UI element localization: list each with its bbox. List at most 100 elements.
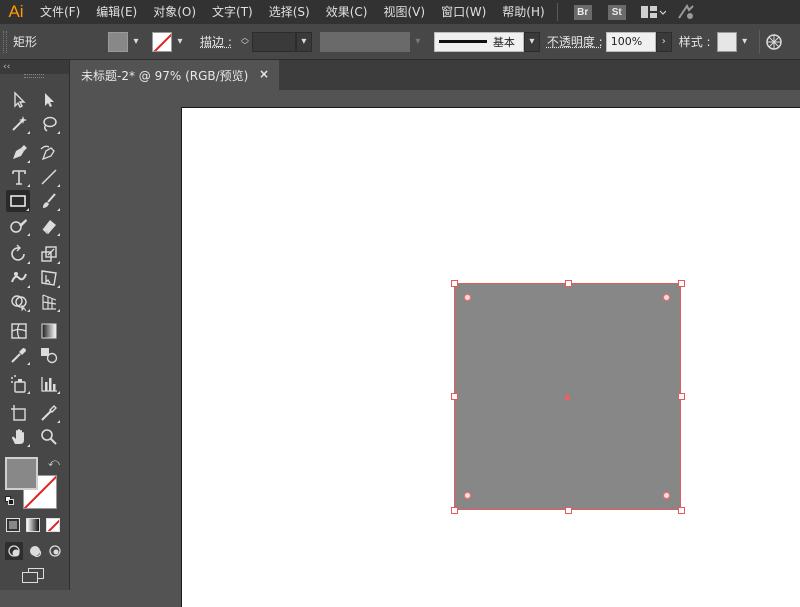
artboard-tool-icon[interactable] [7,402,31,424]
paintbrush-tool-icon[interactable] [37,190,61,212]
none-mode-button[interactable] [46,518,60,532]
line-segment-tool-icon[interactable] [37,166,61,188]
document-tab-title: 未标题-2* @ 97% (RGB/预览) [81,68,249,83]
bbox-handle-middle-right[interactable] [678,393,685,400]
blend-tool-icon[interactable] [37,344,61,366]
magic-wand-tool-icon[interactable] [7,113,31,135]
menu-effect[interactable]: 效果(C) [318,0,376,24]
brush-profile-dropdown-icon[interactable]: ▾ [523,31,540,52]
panel-grip[interactable] [24,74,44,78]
fill-dropdown-icon[interactable]: ▾ [128,32,144,52]
opacity-input[interactable]: 100% [605,31,656,52]
gradient-tool-icon[interactable] [37,320,61,342]
panel-grip[interactable] [3,30,7,53]
stroke-swatch[interactable] [152,31,172,52]
gradient-mode-button[interactable] [26,518,40,532]
column-graph-tool-icon[interactable] [37,373,61,395]
stroke-weight-dropdown-icon[interactable]: ▾ [295,31,312,52]
control-bar: 矩形 ▾ ▾ 描边 : ︿ ﹀ ▾ ▾ 基本 ▾ 不透明度 : 100% › 样式… [0,24,800,60]
bbox-handle-top-right[interactable] [678,280,685,287]
menu-object[interactable]: 对象(O) [145,0,204,24]
corner-widget-top-left[interactable] [464,294,471,301]
style-swatch[interactable] [716,31,737,52]
swap-fill-stroke-icon[interactable]: ⤺ [48,456,60,470]
warp-tool-icon[interactable] [7,267,31,289]
close-tab-icon[interactable]: × [259,67,269,81]
opacity-arrow-icon[interactable]: › [655,31,672,52]
selection-tool-icon[interactable] [7,89,31,111]
stroke-weight-input[interactable] [251,31,296,52]
menu-select[interactable]: 选择(S) [261,0,318,24]
hand-tool-icon[interactable] [7,426,31,448]
tool-name-label: 矩形 [13,35,38,49]
menu-type[interactable]: 文字(T) [204,0,261,24]
pen-tool-icon[interactable] [7,142,31,164]
workspace-layout-icon[interactable] [638,0,668,24]
style-dropdown-icon[interactable]: ▾ [737,32,753,52]
menu-divider [556,3,558,21]
brush-profile-label: 基本 [492,35,515,49]
corner-widget-top-right[interactable] [663,294,670,301]
free-transform-tool-icon[interactable] [37,267,61,289]
rectangle-tool-icon[interactable] [6,190,30,212]
brush-profile-select[interactable]: 基本 [433,31,524,52]
draw-normal-icon[interactable] [5,542,23,560]
rotate-tool-icon[interactable] [7,243,31,265]
stroke-weight-stepper-icon[interactable]: ︿ ﹀ [238,32,252,52]
scale-tool-icon[interactable] [37,243,61,265]
stock-button[interactable]: St [607,4,626,20]
color-mode-button[interactable] [6,518,20,532]
bbox-handle-middle-left[interactable] [451,393,458,400]
document-tab-bar: 未标题-2* @ 97% (RGB/预览) × [71,60,800,90]
variable-width-profile[interactable] [319,31,410,52]
stroke-line-preview [438,40,487,43]
perspective-grid-tool-icon[interactable] [37,291,61,313]
document-tab[interactable]: 未标题-2* @ 97% (RGB/预览) × [71,60,279,90]
corner-widget-bottom-right[interactable] [663,492,670,499]
eraser-tool-icon[interactable] [37,215,61,237]
stroke-dropdown-icon[interactable]: ▾ [172,32,188,52]
shape-center-point [565,395,570,400]
menu-edit[interactable]: 编辑(E) [88,0,145,24]
type-tool-icon[interactable] [7,166,31,188]
direct-selection-tool-icon[interactable] [37,89,61,111]
shaper-tool-icon[interactable] [7,215,31,237]
recolor-artwork-icon[interactable] [764,32,784,52]
slice-tool-icon[interactable] [37,402,61,424]
menu-bar: Ai 文件(F) 编辑(E) 对象(O) 文字(T) 选择(S) 效果(C) 视… [0,0,800,24]
bridge-button[interactable]: Br [573,4,592,20]
mesh-tool-icon[interactable] [7,320,31,342]
shape-builder-tool-icon[interactable] [7,291,31,313]
canvas-area[interactable] [71,90,800,607]
bbox-handle-bottom-right[interactable] [678,507,685,514]
control-divider [758,29,760,54]
bbox-handle-top-left[interactable] [451,280,458,287]
bbox-handle-bottom-middle[interactable] [565,507,572,514]
screen-mode-icon[interactable] [22,568,46,584]
gpu-performance-icon[interactable] [674,0,698,24]
menu-view[interactable]: 视图(V) [375,0,433,24]
menu-window[interactable]: 窗口(W) [433,0,494,24]
bbox-handle-bottom-left[interactable] [451,507,458,514]
symbol-sprayer-tool-icon[interactable] [7,373,31,395]
zoom-tool-icon[interactable] [37,426,61,448]
draw-inside-icon[interactable] [46,542,64,560]
stroke-label[interactable]: 描边 : [200,33,232,50]
menu-file[interactable]: 文件(F) [32,0,88,24]
default-fill-stroke-icon[interactable] [5,496,15,506]
style-label: 样式 : [678,35,711,49]
fill-color-swatch[interactable] [5,457,38,490]
app-logo: Ai [8,2,24,21]
eyedropper-tool-icon[interactable] [7,344,31,366]
panel-collapse-button[interactable]: ‹‹ [0,60,69,74]
tools-panel: ‹‹ ⤺ [0,60,70,590]
fill-swatch[interactable] [108,31,128,52]
lasso-tool-icon[interactable] [37,113,61,135]
bbox-handle-top-middle[interactable] [565,280,572,287]
menu-help[interactable]: 帮助(H) [494,0,552,24]
opacity-label[interactable]: 不透明度 : [547,33,603,50]
curvature-tool-icon[interactable] [37,142,61,164]
draw-behind-icon[interactable] [26,542,44,560]
corner-widget-bottom-left[interactable] [464,492,471,499]
variable-width-dropdown-icon[interactable]: ▾ [410,32,426,52]
